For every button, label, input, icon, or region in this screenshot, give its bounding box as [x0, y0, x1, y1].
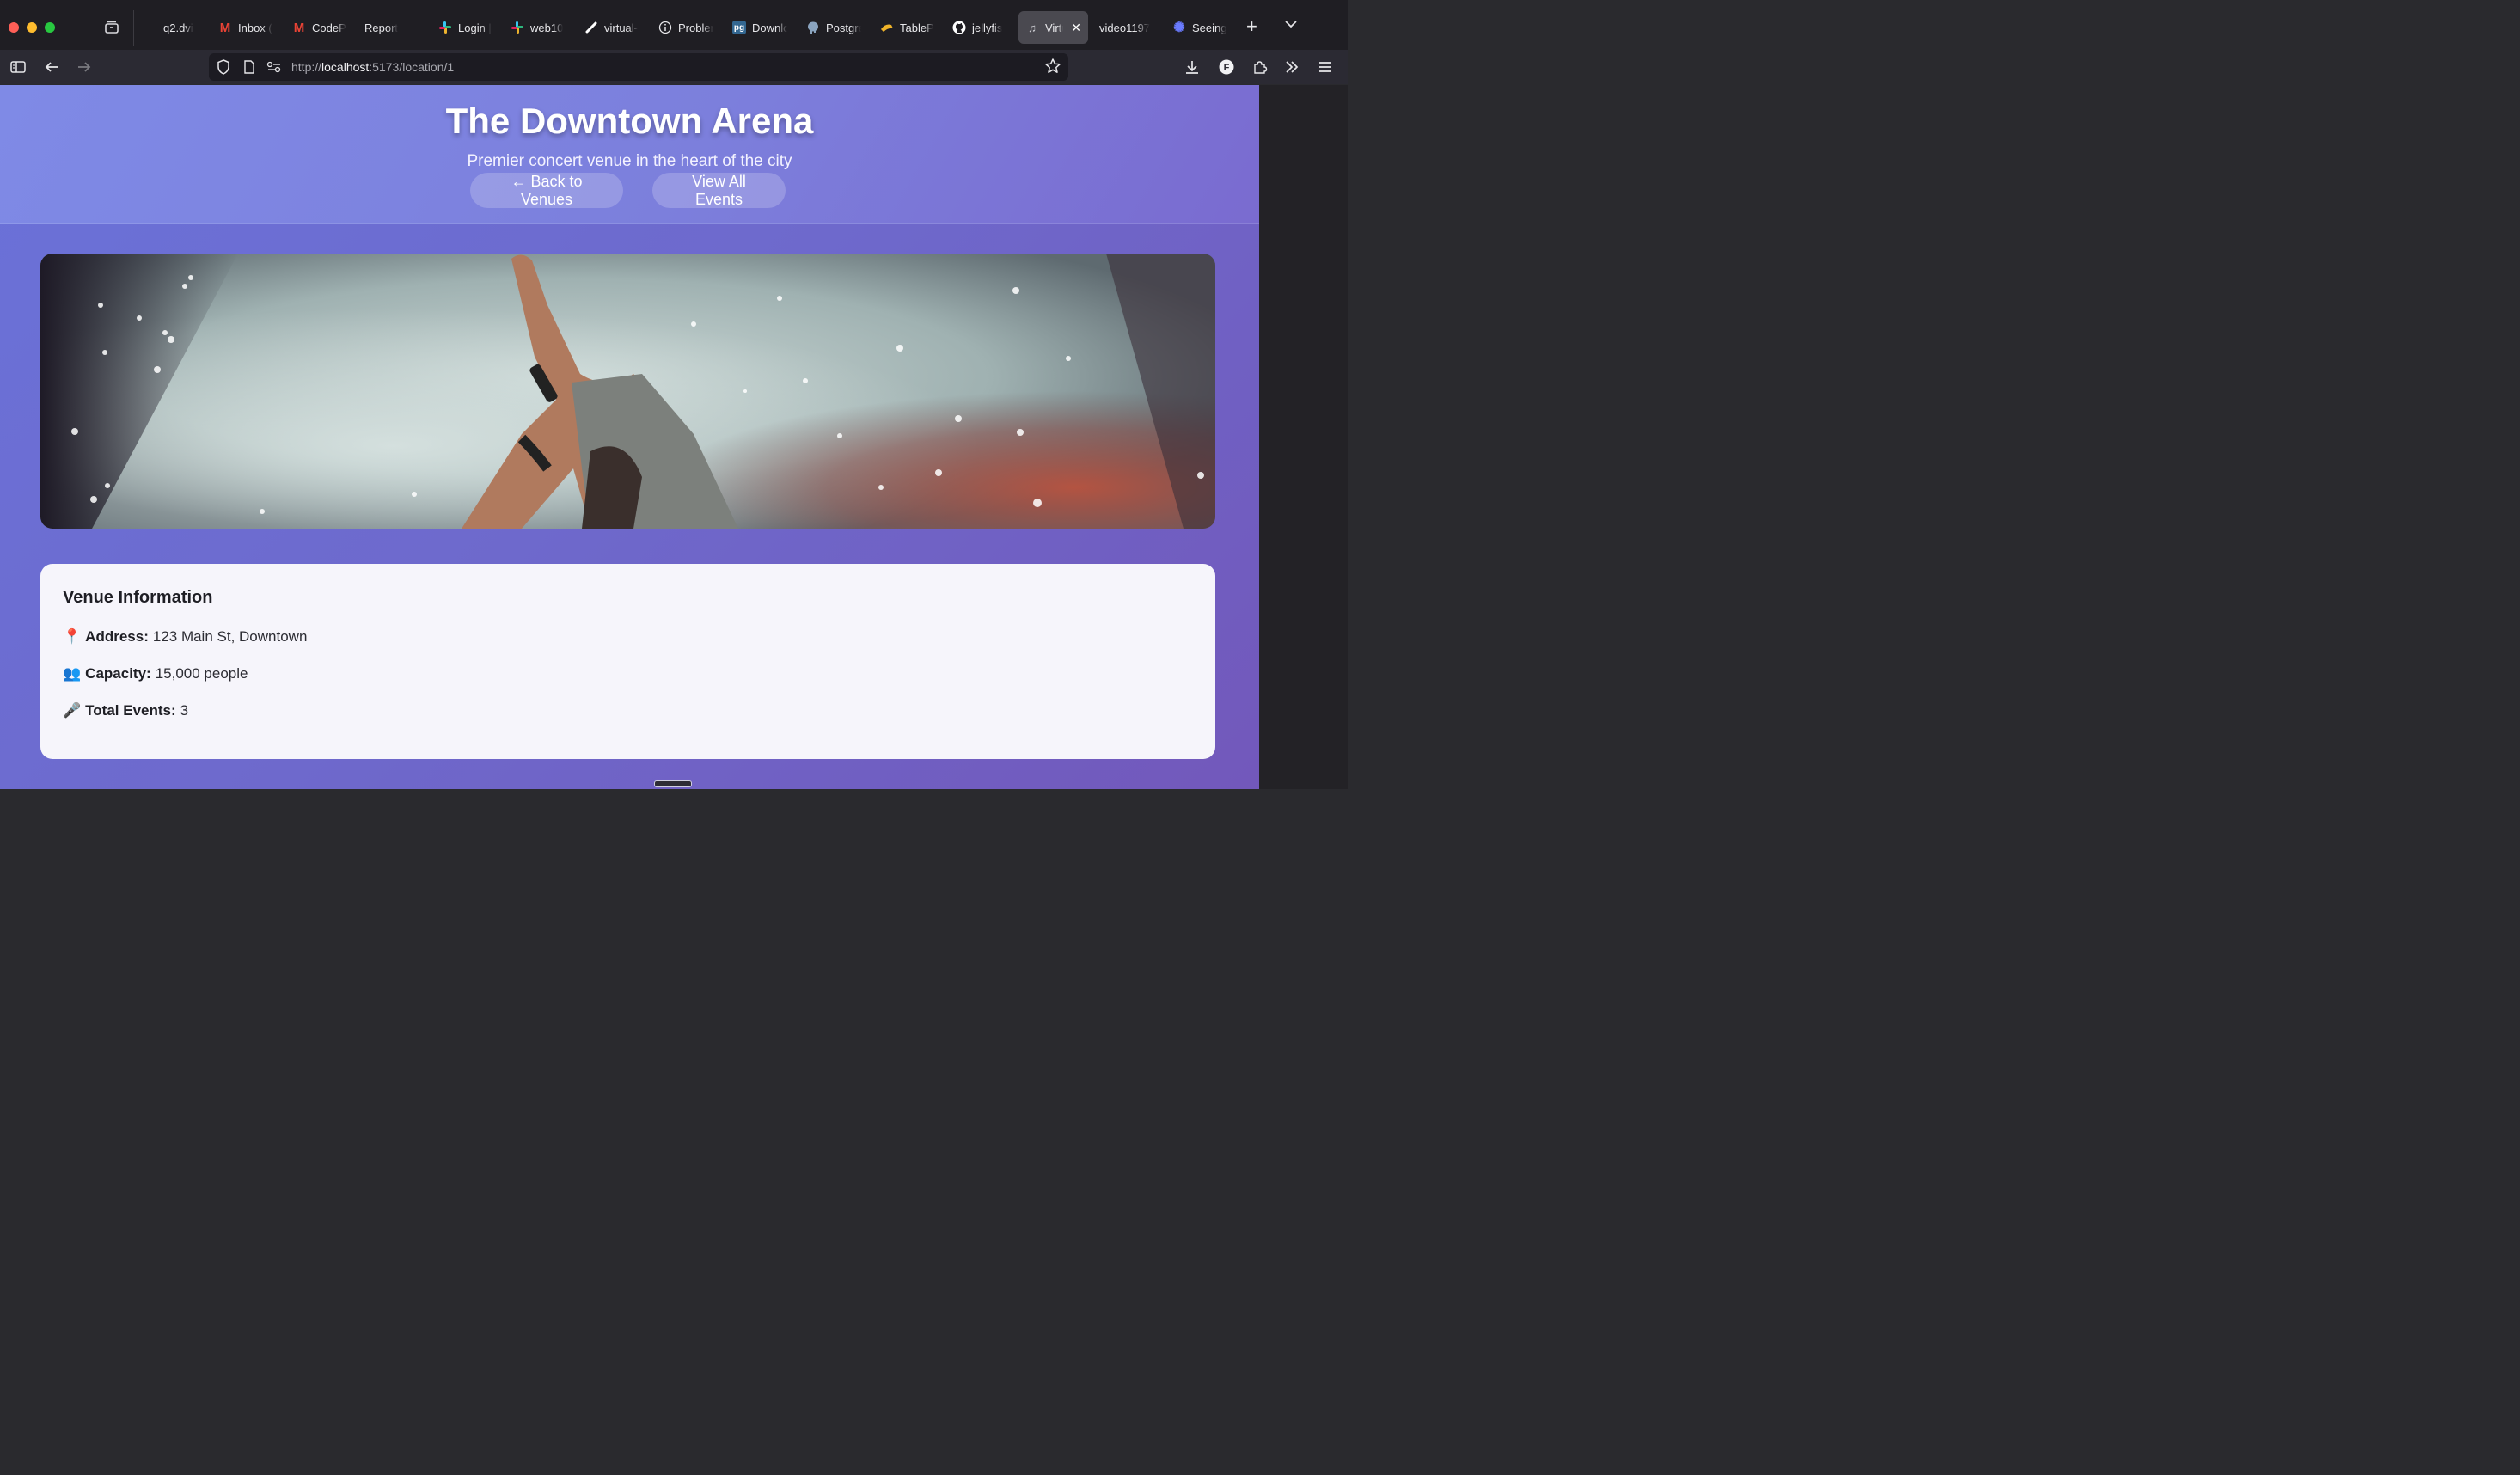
gmail-icon: M [219, 20, 231, 35]
tab-download[interactable]: pg Downlo [725, 11, 794, 44]
people-icon: 👥 [63, 665, 82, 682]
link-icon [584, 21, 598, 34]
window-maximize-button[interactable] [45, 22, 55, 33]
tab-report[interactable]: Report [358, 11, 426, 44]
view-all-events-button[interactable]: View All Events [652, 173, 786, 208]
page-viewport: The Downtown Arena Premier concert venue… [0, 85, 1259, 789]
capacity-label: Capacity: [85, 665, 151, 682]
tab-title: Login | [458, 21, 492, 34]
venue-header: The Downtown Arena Premier concert venue… [0, 85, 1259, 224]
url-prefix: http:// [291, 60, 322, 74]
window-close-button[interactable] [9, 22, 19, 33]
close-tab-icon[interactable]: ✕ [1071, 21, 1081, 35]
elephant-icon [806, 21, 820, 34]
tab-overview-icon[interactable] [103, 19, 120, 36]
total-events-row: 🎤 Total Events: 3 [63, 702, 188, 719]
venue-information-card: Venue Information 📍 Address: 123 Main St… [40, 564, 1215, 759]
slack-icon [438, 21, 452, 34]
browser-nav-bar: http://localhost:5173/location/1 F [0, 50, 1348, 84]
postgres-pg-icon: pg [732, 21, 746, 34]
tab-tableplus[interactable]: TableP [873, 11, 942, 44]
tab-title: web10 [530, 21, 564, 34]
new-tab-plus-icon[interactable]: + [1246, 17, 1257, 36]
page-info-icon[interactable] [240, 58, 259, 77]
tab-title: Report [364, 21, 399, 34]
address-label: Address: [85, 628, 149, 645]
sidebar-toggle-icon[interactable] [9, 58, 28, 77]
tab-problem[interactable]: Probler [651, 11, 720, 44]
url-path: :5173/location/1 [369, 60, 455, 74]
slack-icon [511, 21, 524, 34]
menu-hamburger-icon[interactable] [1316, 58, 1335, 77]
url-host: localhost [321, 60, 370, 74]
tableplus-icon [880, 21, 894, 34]
tab-title: q2.dvi [163, 21, 193, 34]
capacity-value: 15,000 people [155, 665, 248, 682]
tab-title: Virtu [1045, 21, 1063, 34]
extensions-puzzle-icon[interactable] [1251, 58, 1269, 77]
tab-login[interactable]: Login | [431, 11, 500, 44]
sparkle-icon: ✺ [1173, 21, 1185, 35]
shield-icon[interactable] [214, 58, 233, 77]
tab-title: Probler [678, 21, 713, 34]
tab-title: virtual- [604, 21, 639, 34]
tab-title: TableP [900, 21, 934, 34]
capacity-row: 👥 Capacity: 15,000 people [63, 665, 248, 682]
tab-separator [133, 10, 134, 46]
tab-title: Downlo [752, 21, 787, 34]
tab-postgres[interactable]: Postgre [799, 11, 868, 44]
window-minimize-button[interactable] [27, 22, 37, 33]
info-icon [658, 21, 672, 34]
url-text[interactable]: http://localhost:5173/location/1 [291, 60, 454, 74]
downloads-icon[interactable] [1183, 58, 1202, 77]
tab-title: video1197 [1099, 21, 1151, 34]
address-bar[interactable]: http://localhost:5173/location/1 [209, 53, 1068, 81]
map-pin-icon: 📍 [63, 628, 82, 645]
tab-q2-dvi[interactable]: q2.dvi [156, 11, 217, 44]
github-icon [952, 21, 966, 34]
tab-web10[interactable]: web10 [504, 11, 572, 44]
tab-virtual[interactable]: virtual- [578, 11, 648, 44]
forward-arrow-icon[interactable] [75, 58, 94, 77]
address-row: 📍 Address: 123 Main St, Downtown [63, 628, 307, 646]
svg-text:F: F [1224, 63, 1230, 73]
total-events-label: Total Events: [85, 702, 176, 719]
tab-list-chevron-down-icon[interactable] [1284, 17, 1298, 34]
scroll-handle[interactable] [654, 780, 692, 787]
venue-information-heading: Venue Information [63, 588, 213, 607]
music-note-icon: ♫ [1028, 21, 1037, 34]
back-to-venues-button[interactable]: ← Back to Venues [470, 173, 623, 208]
gmail-icon: M [293, 20, 305, 35]
page-subtitle: Premier concert venue in the heart of th… [467, 152, 792, 170]
browser-tab-bar: q2.dvi M Inbox ( M CodeP Report Login | … [0, 0, 1348, 51]
tab-codep[interactable]: M CodeP [285, 11, 354, 44]
tab-video[interactable]: video1197 [1092, 11, 1165, 44]
page-title: The Downtown Arena [445, 101, 814, 141]
account-avatar-icon[interactable]: F [1217, 58, 1236, 77]
side-panel-area [1259, 85, 1348, 789]
tab-jellyfish[interactable]: jellyfis [945, 11, 1018, 44]
tab-title: CodeP [312, 21, 346, 34]
tab-inbox[interactable]: M Inbox ( [211, 11, 280, 44]
tab-title: Postgre [826, 21, 861, 34]
tab-title: jellyfis [972, 21, 1003, 34]
permissions-icon[interactable] [265, 58, 284, 77]
venue-banner-image [40, 254, 1215, 529]
microphone-icon: 🎤 [63, 702, 82, 719]
back-arrow-icon[interactable] [42, 58, 61, 77]
tab-virtu-active[interactable]: ♫ Virtu ✕ [1018, 11, 1088, 44]
total-events-value: 3 [180, 702, 189, 719]
overflow-chevrons-icon[interactable] [1282, 58, 1301, 77]
tab-title: Seeing [1192, 21, 1227, 34]
tab-seeing[interactable]: ✺ Seeing [1165, 11, 1243, 44]
tab-title: Inbox ( [238, 21, 272, 34]
bookmark-star-icon[interactable] [1044, 58, 1061, 79]
address-value: 123 Main St, Downtown [152, 628, 308, 645]
